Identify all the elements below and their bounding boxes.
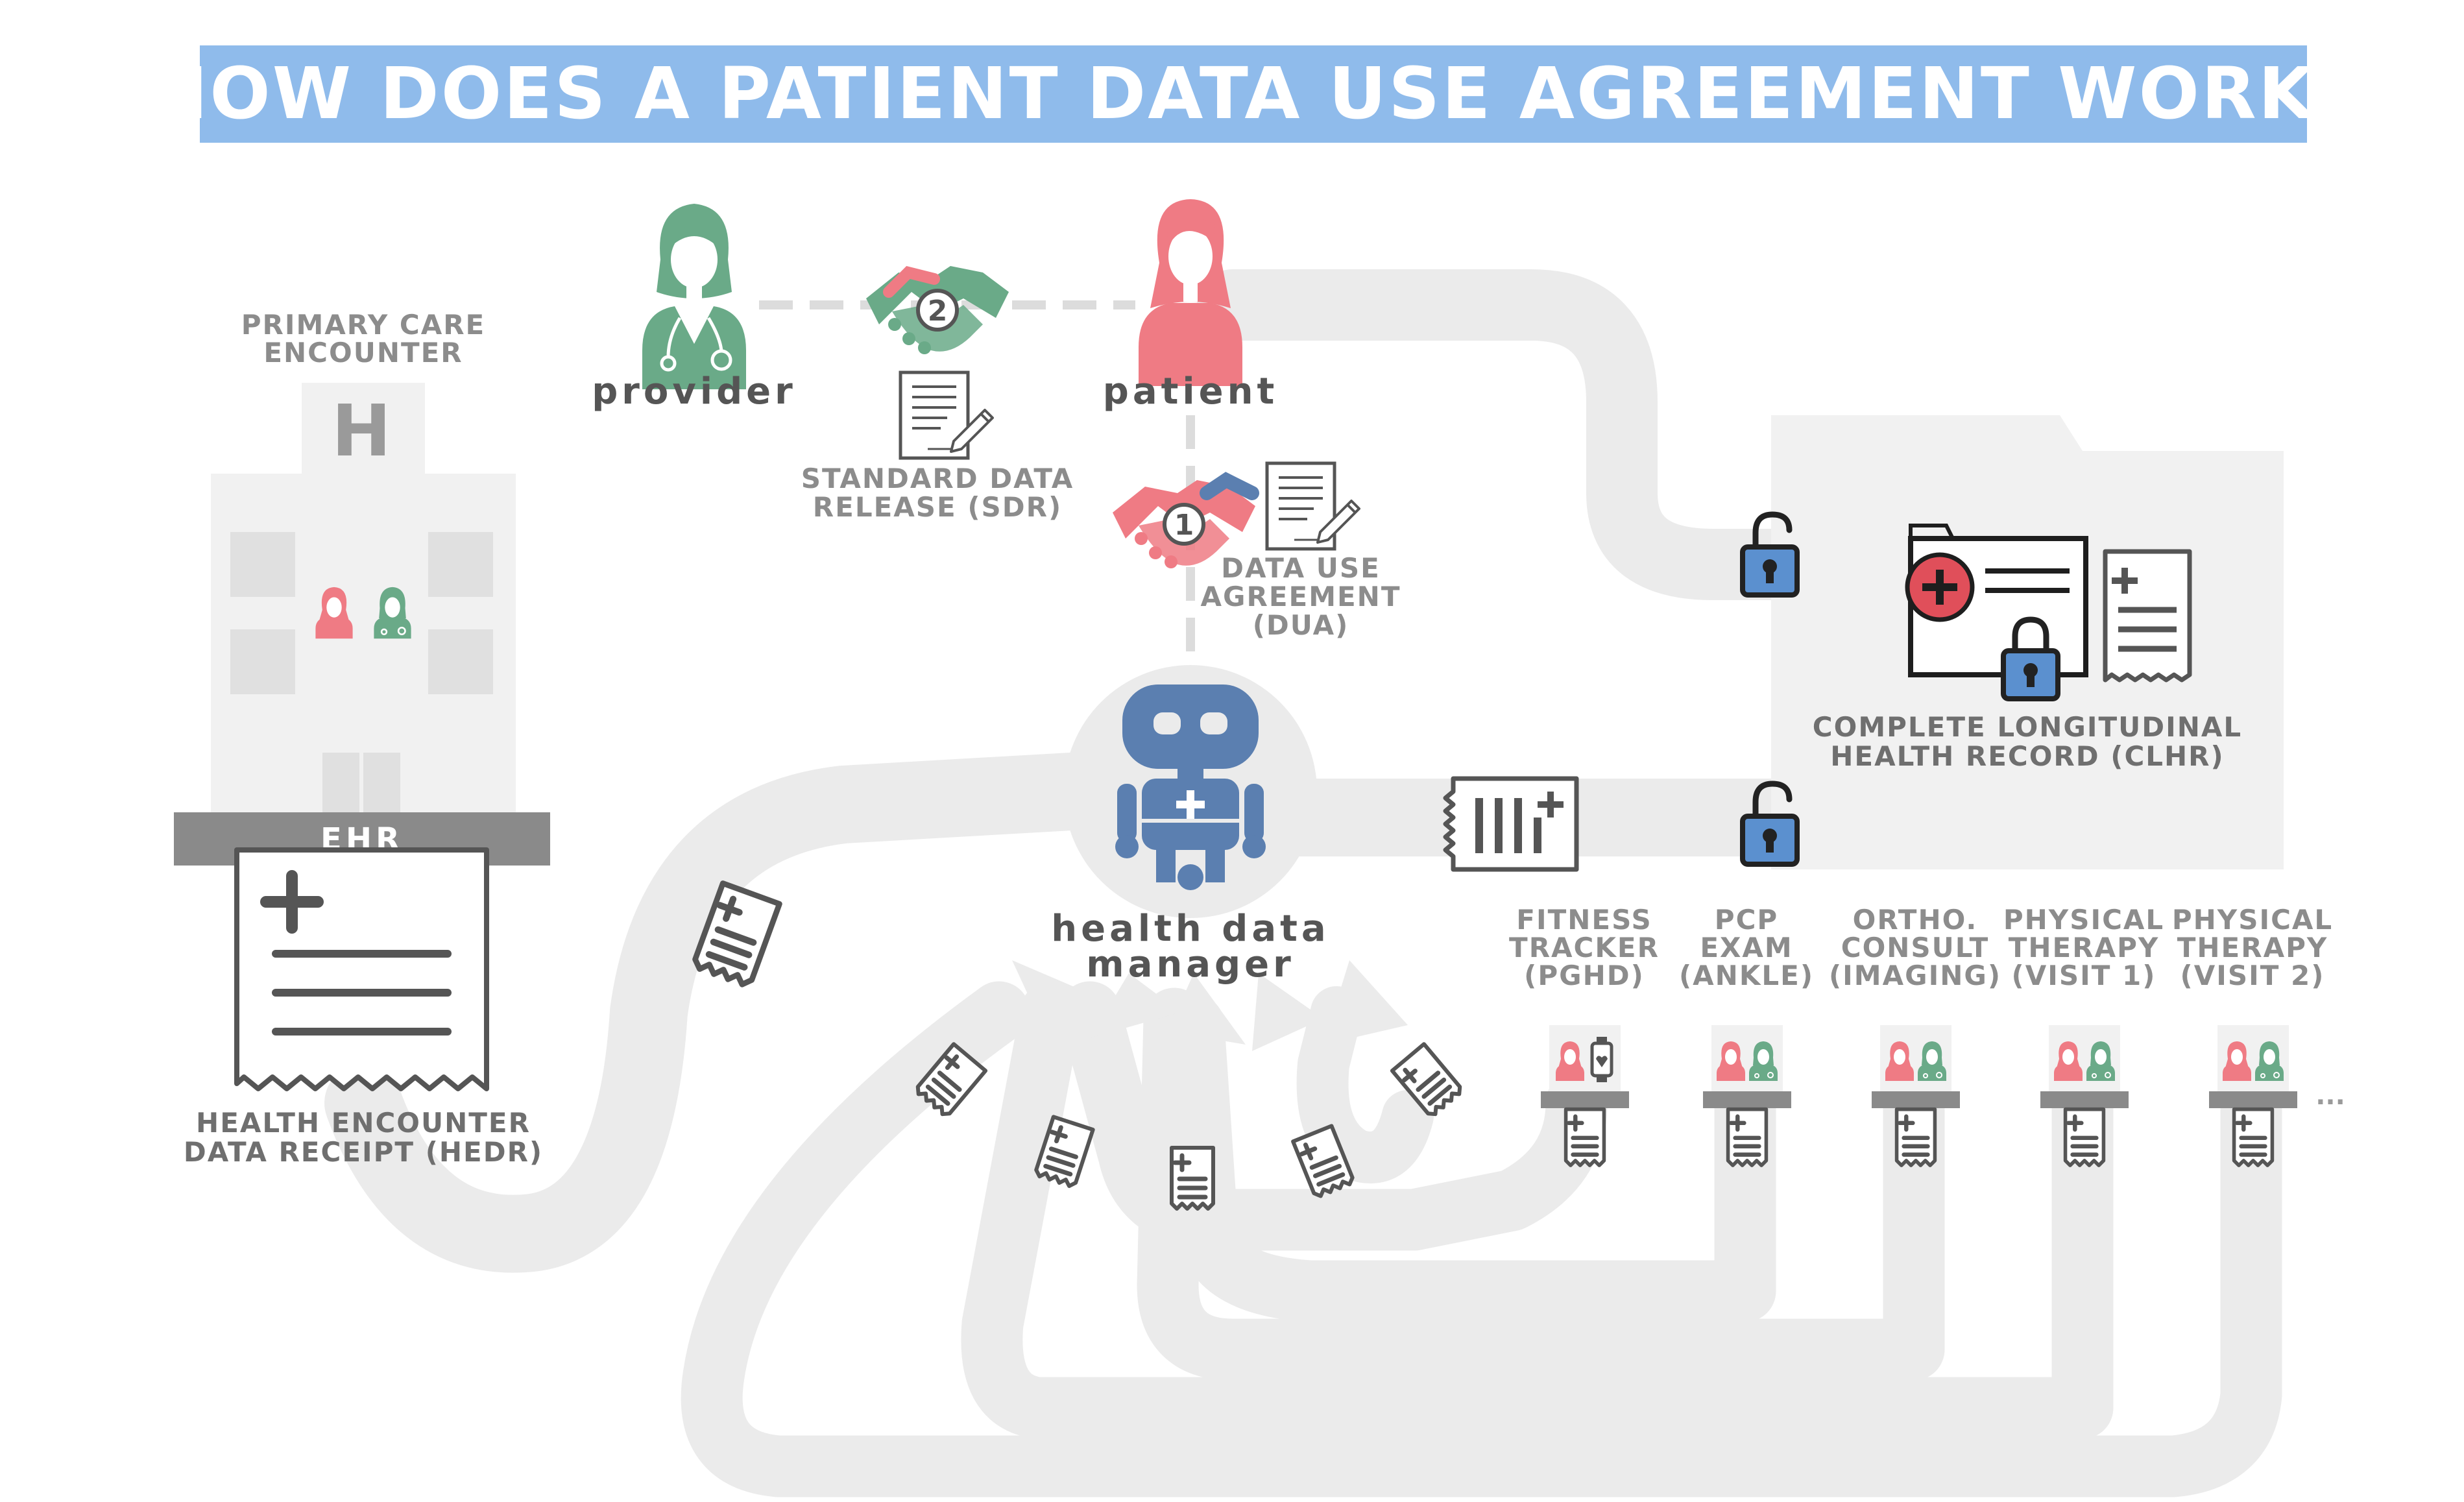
source-1-line-2: TRACKER [1509,932,1660,963]
source-3-line-1: ORTHO. [1853,904,1978,936]
source-2-receipt-icon [1728,1109,1767,1165]
source-2-line-2: EXAM [1700,932,1793,963]
source-1-line-1: FITNESS [1516,904,1652,936]
source-fitness-tracker: FITNESS TRACKER (PGHD) [1509,904,1660,1165]
hedr-label-2: DATA RECEIPT (HEDR) [184,1136,543,1168]
page-title: HOW DOES A PATIENT DATA USE AGREEMENT WO… [148,52,2359,135]
primary-care-label-2: ENCOUNTER [263,337,463,369]
diagram-svg: HOW DOES A PATIENT DATA USE AGREEMENT WO… [148,45,2359,1497]
source-4-line-1: PHYSICAL [2003,904,2164,936]
more-sources-ellipsis: ... [2315,1081,2345,1111]
sdr-label-2: RELEASE (SDR) [813,491,1062,523]
clhr-label-1: COMPLETE LONGITUDINAL [1813,711,2242,743]
source-3-receipt-icon [1897,1109,1935,1165]
source-5-line-3: (VISIT 2) [2180,960,2325,991]
source-physical-therapy-2: PHYSICAL THERAPY (VISIT 2) [2172,904,2333,1165]
source-1-line-3: (PGHD) [1524,960,1645,991]
dua-label-1: DATA USE [1221,552,1381,584]
dua-label-2: AGREEMENT [1201,581,1401,612]
source-4-line-2: THERAPY [2009,932,2160,963]
step-2-number: 2 [928,295,948,328]
clhr-label-2: HEALTH RECORD (CLHR) [1830,740,2224,772]
patient-icon [1139,199,1242,386]
lock-upper-icon [1743,515,1797,595]
source-3-line-2: CONSULT [1841,932,1990,963]
source-4-line-3: (VISIT 1) [2012,960,2156,991]
diagram-canvas: HOW DOES A PATIENT DATA USE AGREEMENT WO… [0,0,2464,1499]
hedr-label-1: HEALTH ENCOUNTER [196,1107,531,1139]
source-3-line-3: (IMAGING) [1829,960,2001,991]
provider-label: provider [592,370,797,413]
smartwatch-icon [1590,1037,1613,1082]
manager-label-2: manager [1086,943,1294,986]
barcode-receipt-icon [1443,776,1579,872]
primary-care-label-1: PRIMARY CARE [241,309,486,341]
source-1-receipt-icon [1566,1109,1604,1165]
source-physical-therapy-1: PHYSICAL THERAPY (VISIT 1) [2003,904,2164,1165]
dua-document-icon [1267,463,1359,549]
hospital-sign: H [332,389,391,472]
step-1-number: 1 [1174,509,1194,542]
source-ortho-consult: ORTHO. CONSULT (IMAGING) [1829,904,2001,1165]
sdr-label-1: STANDARD DATA [801,463,1074,494]
source-2-line-1: PCP [1715,904,1778,936]
source-pcp-exam: PCP EXAM (ANKLE) [1679,904,1814,1165]
dua-label-3: (DUA) [1253,609,1349,641]
source-2-line-3: (ANKLE) [1679,960,1814,991]
clhr-document-icon [2103,549,2192,683]
provider-icon [642,204,746,389]
source-5-line-1: PHYSICAL [2172,904,2333,936]
sdr-document-icon [900,372,993,458]
receipt-travel-icon-3 [1172,1148,1213,1209]
hedr-receipt-icon [234,847,489,1091]
source-4-receipt-icon [2066,1109,2104,1165]
source-5-receipt-icon [2234,1109,2273,1165]
source-5-line-2: THERAPY [2177,932,2328,963]
patient-label: patient [1103,370,1278,413]
